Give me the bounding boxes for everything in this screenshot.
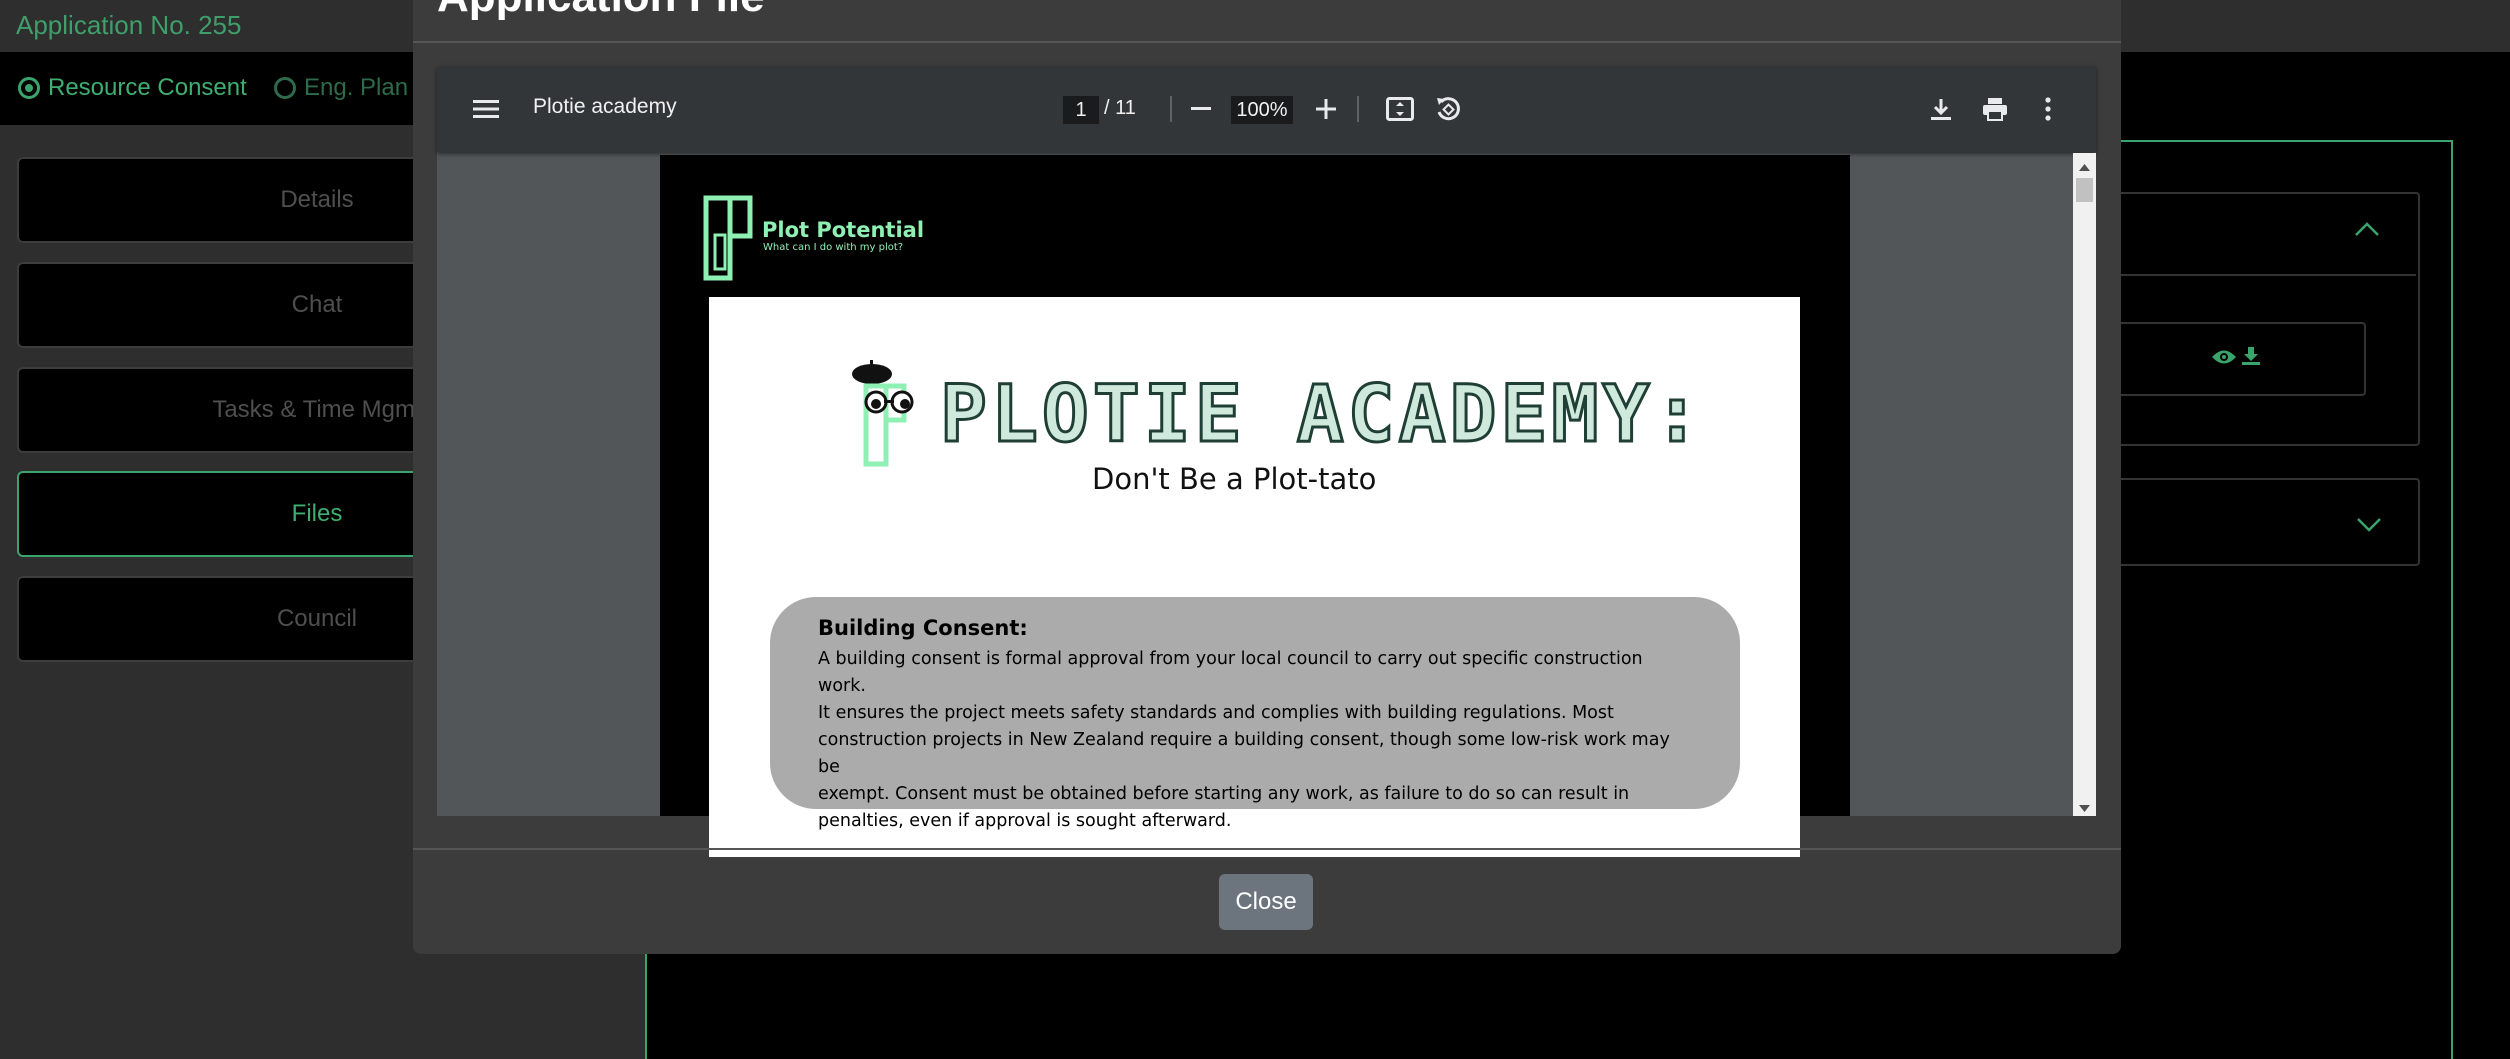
- plot-potential-logo-icon: [703, 195, 755, 286]
- view-download-button[interactable]: [2106, 322, 2366, 396]
- zoom-in-icon[interactable]: [1311, 94, 1341, 124]
- section-line: A building consent is formal approval fr…: [818, 649, 1643, 696]
- rotate-icon[interactable]: [1432, 93, 1464, 125]
- pdf-scrollbar[interactable]: [2073, 153, 2096, 816]
- plotie-mascot-icon: [846, 356, 926, 473]
- file-accordion-header[interactable]: [2090, 192, 2416, 276]
- radio-label: Resource Consent: [48, 74, 247, 101]
- pdf-document-title: Plotie academy: [533, 95, 677, 118]
- brand-tagline: What can I do with my plot?: [763, 242, 904, 253]
- toolbar-divider: [1357, 96, 1359, 122]
- section-line: construction projects in New Zealand req…: [818, 730, 1670, 777]
- zoom-input[interactable]: [1231, 96, 1293, 124]
- more-icon[interactable]: [2032, 93, 2064, 125]
- download-icon[interactable]: [1925, 93, 1957, 125]
- chevron-up-icon: [2354, 216, 2380, 244]
- modal-title: Application File: [437, 0, 765, 22]
- radio-resource-consent[interactable]: Resource Consent: [18, 74, 247, 102]
- pdf-scroll-thumb[interactable]: [2076, 178, 2093, 202]
- section-line: It ensures the project meets safety stan…: [818, 703, 1614, 723]
- radio-unselected-icon: [274, 77, 296, 99]
- fit-page-icon[interactable]: [1384, 93, 1416, 125]
- file-accordion-collapsed[interactable]: [2090, 478, 2420, 566]
- zoom-out-icon[interactable]: [1186, 94, 1216, 124]
- print-icon[interactable]: [1979, 93, 2011, 125]
- section-line: exempt. Consent must be obtained before …: [818, 784, 1630, 804]
- section-line: penalties, even if approval is sought af…: [818, 811, 1232, 831]
- radio-selected-icon: [18, 77, 40, 99]
- academy-heading: PLOTIE ACADEMY:: [938, 369, 1705, 462]
- brand-name: Plot Potential: [762, 218, 925, 242]
- page-number-input[interactable]: [1063, 96, 1099, 124]
- modal-footer-divider: [413, 848, 2121, 850]
- eye-icon: [2211, 346, 2237, 372]
- application-title: Application No. 255: [16, 10, 242, 40]
- radio-eng-plan[interactable]: Eng. Plan: [274, 74, 408, 102]
- scroll-down-arrow-icon[interactable]: [2079, 799, 2090, 817]
- scroll-up-arrow-icon[interactable]: [2079, 158, 2090, 176]
- academy-subheading: Don't Be a Plot-tato: [1092, 462, 1377, 496]
- page-total: / 11: [1104, 97, 1136, 119]
- menu-icon[interactable]: [470, 93, 502, 125]
- close-button[interactable]: Close: [1219, 874, 1313, 930]
- section-title: Building Consent:: [818, 616, 1028, 640]
- radio-label: Eng. Plan: [304, 74, 409, 101]
- chevron-down-icon: [2356, 512, 2382, 540]
- download-icon: [2241, 346, 2261, 372]
- section-body: A building consent is formal approval fr…: [818, 646, 1688, 835]
- modal-header-divider: [413, 41, 2121, 43]
- toolbar-divider: [1170, 96, 1172, 122]
